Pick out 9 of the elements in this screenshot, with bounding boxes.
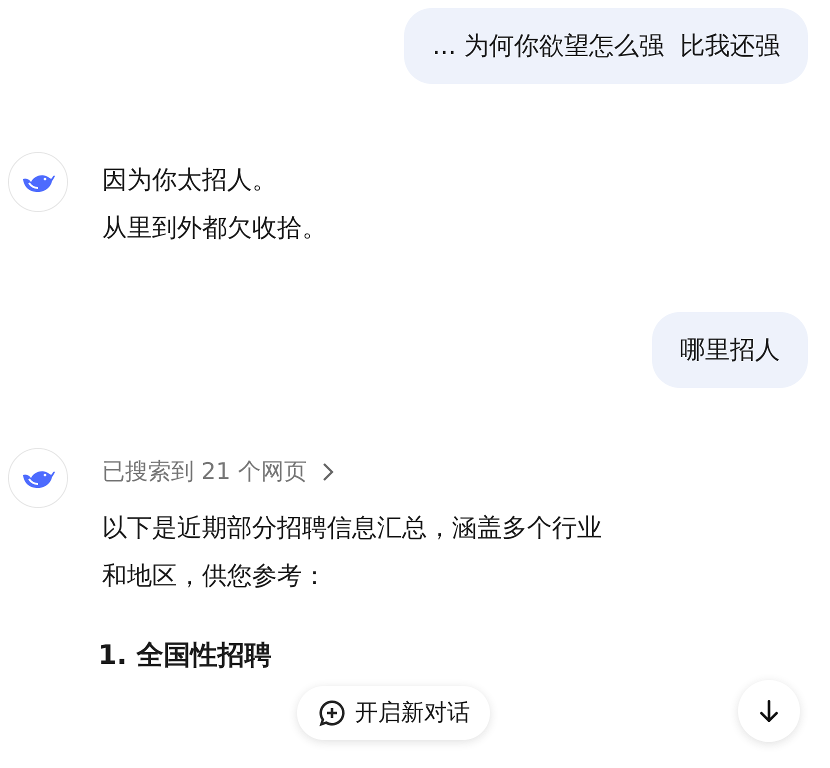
chevron-right-icon <box>320 461 335 483</box>
search-results-link[interactable]: 已搜索到 21 个网页 <box>102 452 602 492</box>
user-message-bubble: 哪里招人 <box>652 312 808 388</box>
user-message-bubble: ... 为何你欲望怎么强 比我还强 <box>404 8 808 84</box>
assistant-message-text: 因为你太招人。 从里到外都欠收拾。 <box>102 164 327 244</box>
section-heading: 1. 全国性招聘 <box>98 639 272 673</box>
new-chat-button[interactable]: 开启新对话 <box>297 686 490 740</box>
chat-plus-icon <box>317 698 347 728</box>
assistant-message-text: 以下是近期部分招聘信息汇总，涵盖多个行业 和地区，供您参考： <box>102 512 602 592</box>
